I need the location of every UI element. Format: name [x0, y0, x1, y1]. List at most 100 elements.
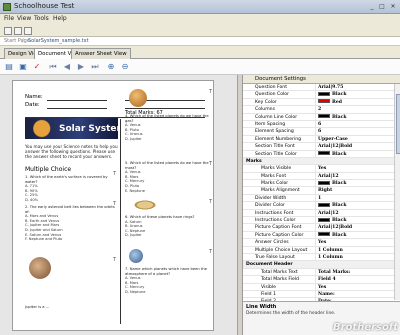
settings-row[interactable]: Section Title Color Black: [243, 150, 400, 158]
menu-view[interactable]: View: [17, 15, 31, 22]
setting-key: Question Color: [255, 92, 290, 98]
setting-value[interactable]: Black: [315, 231, 379, 239]
page-setup-icon[interactable]: ▤: [4, 62, 14, 72]
minimize-icon[interactable]: _: [367, 2, 377, 11]
maximize-icon[interactable]: □: [377, 2, 387, 11]
close-icon[interactable]: ✕: [388, 2, 398, 11]
setting-value-text: Black: [332, 232, 347, 238]
answer-key-icon[interactable]: ✓: [32, 62, 42, 72]
setting-value[interactable]: 1: [315, 194, 379, 202]
settings-row[interactable]: Question Color Black: [243, 91, 400, 99]
setting-value[interactable]: Yes: [315, 283, 379, 291]
setting-value[interactable]: Field 4: [315, 276, 379, 284]
setting-value[interactable]: Arial|12: [315, 172, 379, 180]
marks-icon: T: [209, 249, 213, 255]
settings-row[interactable]: Total Marks Text Total Marks:: [243, 268, 400, 277]
settings-row[interactable]: Marks Font Arial|12: [243, 172, 400, 181]
setting-key: Field 1: [261, 291, 276, 297]
settings-row[interactable]: Divider Width 1: [243, 194, 400, 203]
next-page-icon[interactable]: ▶: [76, 62, 86, 72]
menu-help[interactable]: Help: [53, 15, 67, 22]
setting-value[interactable]: Yes: [315, 165, 379, 173]
last-page-icon[interactable]: ⏭: [90, 62, 100, 72]
setting-key: Instructions Font: [255, 210, 294, 216]
setting-value[interactable]: 1 Column: [315, 253, 379, 261]
setting-value[interactable]: Black: [315, 91, 379, 99]
setting-value[interactable]: Right: [315, 187, 379, 195]
setting-key: Instructions Color: [255, 218, 296, 224]
settings-row[interactable]: Section Title Font Arial|12|Bold: [243, 143, 400, 151]
zoom-out-icon[interactable]: ⊖: [120, 62, 130, 72]
settings-row[interactable]: Element Spacing 6: [243, 128, 400, 136]
setting-value[interactable]: Black: [315, 202, 379, 210]
menu-tools[interactable]: Tools: [34, 15, 49, 22]
settings-row[interactable]: Item Spacing 6: [243, 120, 400, 129]
setting-value-text: Total Marks:: [318, 269, 351, 275]
setting-key: Divider Width: [255, 195, 287, 201]
settings-row[interactable]: Marks Visible Yes: [243, 165, 400, 173]
breadcrumb-document[interactable]: SolarSystem_sample.txt: [28, 38, 89, 44]
settings-row[interactable]: Key Color Red: [243, 98, 400, 107]
scrollbar-thumb[interactable]: [396, 94, 400, 154]
question-7: 7. Name which planets which have been th…: [125, 267, 217, 295]
setting-value[interactable]: 1 Column: [315, 246, 379, 254]
setting-value-text: Right: [318, 188, 333, 194]
settings-row[interactable]: Column Line Color Black: [243, 113, 400, 121]
settings-row[interactable]: Field 1 Name:: [243, 290, 400, 299]
setting-value[interactable]: Upper-Case: [315, 135, 379, 143]
setting-value[interactable]: 6: [315, 128, 379, 136]
save-document-icon[interactable]: ▣: [18, 62, 28, 72]
menu-file[interactable]: File: [4, 15, 14, 22]
help-box: Line Width Determines the width of the h…: [243, 301, 400, 335]
settings-row[interactable]: Marks Alignment Right: [243, 187, 400, 195]
marks-icon: T: [209, 161, 213, 167]
setting-value-text: Black: [332, 92, 347, 98]
setting-value-text: Field 4: [318, 277, 336, 283]
setting-value[interactable]: Name:: [315, 290, 379, 298]
tab-answer-sheet-view[interactable]: Answer Sheet View: [71, 48, 131, 59]
settings-row[interactable]: Marks Color Black: [243, 180, 400, 188]
settings-row[interactable]: Divider Color Black: [243, 202, 400, 210]
save-icon[interactable]: [24, 27, 32, 35]
settings-row[interactable]: Instructions Color Black: [243, 217, 400, 225]
settings-row[interactable]: Total Marks Field Field 4: [243, 276, 400, 284]
setting-value[interactable]: Black: [315, 150, 379, 158]
setting-value[interactable]: Arial|9.75: [315, 84, 379, 91]
settings-row[interactable]: Marks: [243, 157, 400, 166]
setting-value[interactable]: Black: [315, 180, 379, 188]
zoom-in-icon[interactable]: ⊕: [106, 62, 116, 72]
settings-scrollbar[interactable]: [394, 84, 400, 300]
setting-value[interactable]: Red: [315, 98, 379, 106]
setting-value[interactable]: 6: [315, 120, 379, 128]
setting-value[interactable]: Black: [315, 113, 379, 121]
setting-value[interactable]: 2: [315, 106, 379, 114]
setting-value[interactable]: Arial|12: [315, 209, 379, 217]
window-title: Schoolhouse Test: [14, 2, 75, 10]
settings-row[interactable]: Element Numbering Upper-Case: [243, 135, 400, 144]
breadcrumb-start[interactable]: Start Page: [4, 38, 30, 44]
setting-key: Marks Visible: [261, 166, 292, 172]
settings-row[interactable]: Instructions Font Arial|12: [243, 209, 400, 218]
setting-key: Columns: [255, 107, 275, 113]
setting-value[interactable]: Arial|12|Bold: [315, 224, 379, 232]
option: D. Neptune: [125, 289, 146, 294]
setting-value[interactable]: Yes: [315, 239, 379, 247]
settings-row[interactable]: Picture Caption Font Arial|12|Bold: [243, 224, 400, 232]
new-icon[interactable]: [4, 27, 12, 35]
first-page-icon[interactable]: ⏮: [48, 62, 58, 72]
settings-row[interactable]: Document Header: [243, 261, 400, 269]
settings-row[interactable]: Multiple Choice Layout 1 Column: [243, 246, 400, 254]
setting-value[interactable]: Black: [315, 217, 379, 225]
settings-row[interactable]: Answer Circles Yes: [243, 239, 400, 247]
settings-row[interactable]: Columns 2: [243, 106, 400, 114]
planet-image: [29, 257, 51, 279]
settings-row[interactable]: Picture Caption Color Black: [243, 231, 400, 240]
previous-page-icon[interactable]: ◀: [62, 62, 72, 72]
open-icon[interactable]: [14, 27, 22, 35]
settings-row[interactable]: Question Font Arial|9.75: [243, 84, 400, 92]
setting-value[interactable]: Arial|12|Bold: [315, 143, 379, 151]
setting-value[interactable]: Total Marks:: [315, 268, 379, 276]
breadcrumb-separator: /: [22, 38, 24, 44]
settings-row[interactable]: Visible Yes: [243, 283, 400, 291]
settings-row[interactable]: True False Layout 1 Column: [243, 253, 400, 262]
